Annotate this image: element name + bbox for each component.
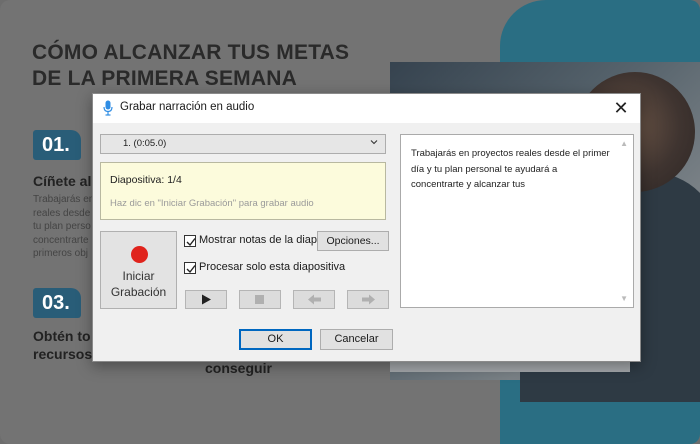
body-line: Trabajarás en	[33, 194, 93, 205]
checkmark-icon	[186, 238, 196, 247]
process-only-checkbox[interactable]	[184, 262, 196, 274]
body-line: reales desde	[33, 207, 91, 219]
slide-info-panel: Diapositiva: 1/4 Haz dic en "Iniciar Gra…	[100, 162, 386, 220]
dialog-titlebar: Grabar narración en audio ✕	[93, 94, 640, 123]
slide-title-line1: CÓMO ALCANZAR TUS METAS	[32, 41, 350, 64]
close-icon[interactable]: ✕	[610, 97, 632, 119]
speaker-notes-text: Trabajarás en proyectos reales desde el …	[411, 148, 610, 190]
slide-title: CÓMO ALCANZAR TUS METAS DE LA PRIMERA SE…	[32, 40, 349, 92]
record-hint: Haz dic en "Iniciar Grabación" para grab…	[110, 198, 314, 209]
options-button[interactable]: Opciones...	[317, 231, 389, 251]
badge-01: 01.	[33, 130, 81, 160]
slide-fragment-text: conseguir	[205, 360, 272, 376]
cancel-button[interactable]: Cancelar	[320, 329, 393, 350]
start-recording-button[interactable]: Iniciar Grabación	[100, 231, 177, 309]
slide-body-text: Trabajarás en reales desde tu plan perso…	[33, 193, 93, 261]
start-recording-label-line2: Grabación	[110, 285, 167, 299]
stop-button[interactable]	[239, 290, 281, 309]
play-icon	[202, 294, 211, 305]
scroll-up-icon[interactable]: ▲	[620, 139, 628, 148]
previous-icon	[308, 294, 321, 305]
scroll-down-icon[interactable]: ▼	[620, 294, 628, 303]
body-line: concentrarte	[33, 234, 89, 246]
slide-heading-2: Obtén to recursos	[33, 327, 92, 363]
chevron-down-icon	[369, 137, 379, 150]
body-line: tu plan perso	[33, 221, 91, 232]
ok-button[interactable]: OK	[239, 329, 312, 350]
microphone-icon	[103, 100, 113, 116]
show-notes-checkbox[interactable]	[184, 235, 196, 247]
start-recording-label-line1: Iniciar	[122, 269, 155, 283]
next-icon	[362, 294, 375, 305]
checkmark-icon	[186, 265, 196, 274]
record-narration-dialog: Grabar narración en audio ✕ 1. (0:05.0) …	[92, 93, 641, 362]
slide-counter: Diapositiva: 1/4	[110, 174, 182, 186]
slide-heading-2-line2: recursos	[33, 346, 93, 362]
stop-icon	[255, 295, 264, 304]
next-button[interactable]	[347, 290, 389, 309]
start-recording-label: Iniciar Grabación	[101, 268, 176, 300]
slide-select-value: 1. (0:05.0)	[123, 138, 167, 149]
slide-select-dropdown[interactable]: 1. (0:05.0)	[100, 134, 386, 154]
slide-heading-2-line1: Obtén to	[33, 328, 91, 344]
record-icon	[131, 246, 148, 263]
body-line: primeros obj	[33, 248, 89, 259]
play-button[interactable]	[185, 290, 227, 309]
slide-title-line2: DE LA PRIMERA SEMANA	[32, 67, 297, 90]
badge-03: 03.	[33, 288, 81, 318]
show-notes-label: Mostrar notas de la diap	[199, 234, 318, 246]
process-only-label: Procesar solo esta diapositiva	[199, 261, 346, 273]
speaker-notes-area[interactable]: Trabajarás en proyectos reales desde el …	[400, 134, 634, 308]
slide-heading-1: Cíñete al	[33, 173, 92, 189]
previous-button[interactable]	[293, 290, 335, 309]
dialog-title: Grabar narración en audio	[120, 101, 255, 113]
